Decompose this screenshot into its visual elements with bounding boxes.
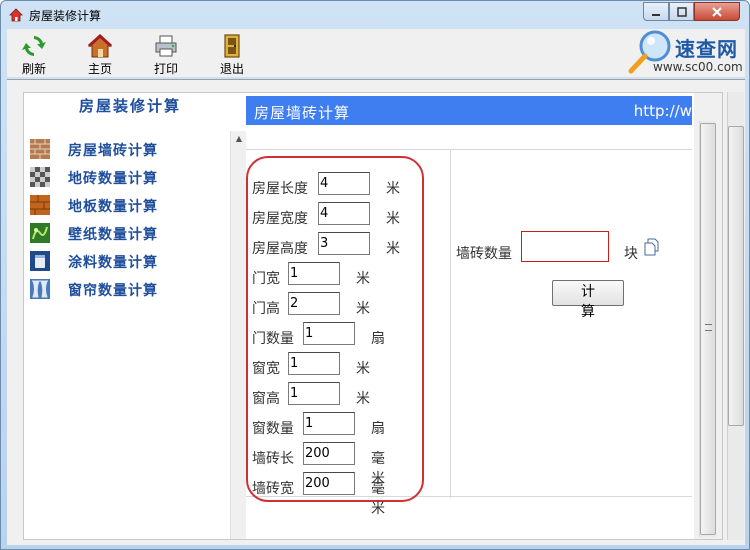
door-height-input[interactable] xyxy=(288,292,340,315)
copy-icon[interactable] xyxy=(644,238,660,256)
door-count-input[interactable] xyxy=(303,322,355,345)
field-unit: 米 xyxy=(386,211,400,227)
sidebar: 房屋装修计算 房屋墙砖计算 地砖数量计算 地板数量计算 壁纸数量计算 涂料数量计… xyxy=(24,93,246,539)
sidebar-item-label: 壁纸数量计算 xyxy=(68,227,158,243)
printer-icon xyxy=(155,35,177,57)
exit-button[interactable]: 退出 xyxy=(207,31,257,76)
field-label: 门数量 xyxy=(252,331,294,347)
result-unit: 块 xyxy=(624,246,638,262)
tile-count-output[interactable] xyxy=(521,231,609,262)
window-scrollbar-thumb[interactable] xyxy=(728,126,744,426)
sidebar-item-floor-tile[interactable]: 地砖数量计算 xyxy=(30,165,230,189)
client-area: 房屋装修计算 房屋墙砖计算 地砖数量计算 地板数量计算 壁纸数量计算 涂料数量计… xyxy=(7,79,745,545)
window-count-input[interactable] xyxy=(303,412,355,435)
room-length-input[interactable] xyxy=(318,172,370,195)
field-unit: 毫米 xyxy=(371,481,385,517)
field-label: 房屋长度 xyxy=(252,181,308,197)
room-width-input[interactable] xyxy=(318,202,370,225)
window-width-input[interactable] xyxy=(288,352,340,375)
sidebar-item-wood-floor[interactable]: 地板数量计算 xyxy=(30,193,230,217)
brand-title: 速查网 xyxy=(675,37,738,61)
field-unit: 米 xyxy=(356,391,370,407)
wood-floor-icon xyxy=(30,195,50,215)
paint-icon xyxy=(30,251,50,271)
maximize-button[interactable] xyxy=(669,2,694,21)
sidebar-scrollbar[interactable]: ▲ xyxy=(230,131,246,539)
field-label: 房屋高度 xyxy=(252,241,308,257)
home-button[interactable]: 主页 xyxy=(75,31,125,76)
calculator-form: 房屋长度 米 房屋宽度 米 房屋高度 米 门宽 xyxy=(246,149,692,517)
field-label: 墙砖宽 xyxy=(252,481,294,497)
field-unit: 米 xyxy=(386,241,400,257)
content-header: 房屋墙砖计算 http://w xyxy=(246,96,692,125)
home-icon xyxy=(87,33,113,58)
sidebar-item-label: 地砖数量计算 xyxy=(68,171,158,187)
web-panel: 房屋装修计算 房屋墙砖计算 地砖数量计算 地板数量计算 壁纸数量计算 涂料数量计… xyxy=(23,92,723,540)
window-scrollbar[interactable] xyxy=(727,92,744,540)
content-title: 房屋墙砖计算 xyxy=(254,104,351,122)
field-unit: 米 xyxy=(356,301,370,317)
floor-tile-icon xyxy=(30,167,50,187)
close-icon xyxy=(712,6,722,17)
title-bar[interactable]: 房屋装修计算 xyxy=(1,1,749,29)
toolbar: 刷新 主页 打印 退出 速查网 www.sc00.com xyxy=(7,29,745,77)
field-label: 门高 xyxy=(252,301,280,317)
calculate-button[interactable]: 计 算 xyxy=(552,280,624,320)
sidebar-item-label: 涂料数量计算 xyxy=(68,255,158,271)
field-unit: 扇 xyxy=(371,331,385,347)
app-window: 房屋装修计算 刷新 主页 打印 退出 速查网 www.sc00.com 房屋装修… xyxy=(0,0,750,550)
scrollbar-thumb[interactable] xyxy=(700,123,716,535)
app-house-icon xyxy=(9,8,23,22)
content-url[interactable]: http://w xyxy=(634,102,692,120)
field-label: 房屋宽度 xyxy=(252,211,308,227)
tile-width-input[interactable] xyxy=(303,472,355,495)
content-scrollbar[interactable] xyxy=(694,93,722,539)
sidebar-item-wallpaper[interactable]: 壁纸数量计算 xyxy=(30,221,230,245)
window-height-input[interactable] xyxy=(288,382,340,405)
field-unit: 米 xyxy=(356,271,370,287)
field-label: 窗宽 xyxy=(252,361,280,377)
scroll-up-arrow-icon[interactable]: ▲ xyxy=(231,131,247,147)
window-title: 房屋装修计算 xyxy=(29,9,102,23)
sidebar-item-wall-tile[interactable]: 房屋墙砖计算 xyxy=(30,137,230,161)
refresh-icon xyxy=(22,36,46,56)
refresh-button[interactable]: 刷新 xyxy=(9,31,59,76)
home-label: 主页 xyxy=(87,62,112,76)
door-width-input[interactable] xyxy=(288,262,340,285)
exit-label: 退出 xyxy=(219,62,244,76)
curtain-icon xyxy=(30,279,50,299)
column-divider xyxy=(450,150,451,498)
minimize-button[interactable] xyxy=(643,2,669,21)
field-unit: 扇 xyxy=(371,421,385,437)
sidebar-title: 房屋装修计算 xyxy=(79,97,182,115)
print-label: 打印 xyxy=(153,62,178,76)
field-label: 窗数量 xyxy=(252,421,294,437)
field-label: 门宽 xyxy=(252,271,280,287)
sidebar-item-label: 房屋墙砖计算 xyxy=(68,143,158,159)
brand-logo[interactable]: 速查网 www.sc00.com xyxy=(623,29,747,77)
sidebar-item-label: 地板数量计算 xyxy=(68,199,158,215)
sidebar-item-paint[interactable]: 涂料数量计算 xyxy=(30,249,230,273)
sidebar-item-label: 窗帘数量计算 xyxy=(68,283,158,299)
maximize-icon xyxy=(676,6,687,17)
field-label: 窗高 xyxy=(252,391,280,407)
exit-icon xyxy=(224,34,240,58)
field-unit: 米 xyxy=(356,361,370,377)
grip-icon xyxy=(705,324,712,331)
minimize-icon xyxy=(652,13,660,16)
main-content: 房屋墙砖计算 http://w 房屋长度 米 房屋宽度 米 xyxy=(246,93,694,539)
brand-url: www.sc00.com xyxy=(653,60,743,74)
wall-tile-icon xyxy=(30,139,50,159)
field-unit: 米 xyxy=(386,181,400,197)
print-button[interactable]: 打印 xyxy=(141,31,191,76)
sidebar-item-curtain[interactable]: 窗帘数量计算 xyxy=(30,277,230,301)
tile-length-input[interactable] xyxy=(303,442,355,465)
wallpaper-icon xyxy=(30,223,50,243)
refresh-label: 刷新 xyxy=(21,62,46,76)
field-label: 墙砖长 xyxy=(252,451,294,467)
scrollbar-track[interactable] xyxy=(699,121,716,537)
room-height-input[interactable] xyxy=(318,232,370,255)
close-button[interactable] xyxy=(694,2,740,21)
result-label: 墙砖数量 xyxy=(456,246,512,262)
